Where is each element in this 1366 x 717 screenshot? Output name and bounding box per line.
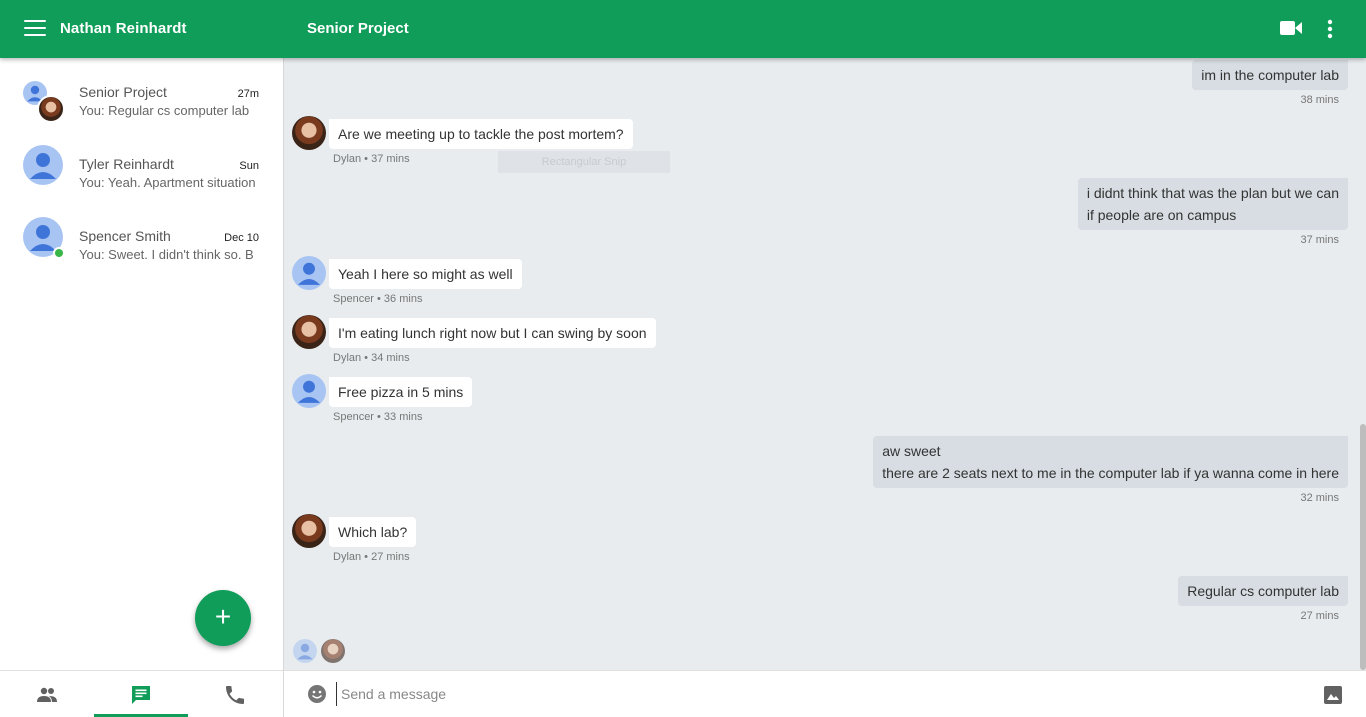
outgoing-message: im in the computer lab <box>1192 60 1348 90</box>
conversation-sidebar: Senior Project 27m You: Regular cs compu… <box>0 58 284 717</box>
snip-overlay-label: Rectangular Snip <box>498 151 670 173</box>
conversation-time: Sun <box>239 160 259 172</box>
spencer-avatar <box>292 374 326 408</box>
menu-icon[interactable] <box>24 20 46 38</box>
message-meta: Dylan • 37 mins <box>333 153 410 165</box>
plus-icon: + <box>214 601 232 632</box>
people-icon <box>37 687 57 702</box>
message-input[interactable] <box>336 682 1296 706</box>
incoming-message: Yeah I here so might as well <box>329 259 522 289</box>
message-meta: Dylan • 34 mins <box>333 352 410 364</box>
conversation-snippet: You: Yeah. Apartment situation <box>79 175 256 190</box>
outgoing-message: aw sweet there are 2 seats next to me in … <box>873 436 1348 488</box>
user-name: Nathan Reinhardt <box>60 20 187 37</box>
conversation-item-spencer-smith[interactable]: Spencer Smith Dec 10 You: Sweet. I didn'… <box>0 210 283 282</box>
person-avatar <box>23 145 63 185</box>
spencer-avatar <box>292 256 326 290</box>
message-meta: Dylan • 27 mins <box>333 551 410 563</box>
conversation-time: 27m <box>237 88 259 100</box>
online-status-dot <box>53 247 65 259</box>
conversation-item-tyler-reinhardt[interactable]: Tyler Reinhardt Sun You: Yeah. Apartment… <box>0 138 283 210</box>
incoming-message: Free pizza in 5 mins <box>329 377 473 407</box>
tab-contacts[interactable] <box>0 671 94 717</box>
conversation-name: Spencer Smith <box>79 228 171 244</box>
conversation-time: Dec 10 <box>224 232 259 244</box>
message-meta: 32 mins <box>1300 492 1339 504</box>
more-options-icon[interactable] <box>1320 18 1340 40</box>
image-attach-icon[interactable] <box>1324 686 1342 704</box>
message-meta: 27 mins <box>1300 610 1339 622</box>
message-meta: Spencer • 36 mins <box>333 293 423 305</box>
incoming-message: I'm eating lunch right now but I can swi… <box>329 318 656 348</box>
message-composer <box>284 670 1366 717</box>
thread-scrollbar[interactable] <box>1360 424 1366 670</box>
new-conversation-button[interactable]: + <box>195 590 251 646</box>
app-header: Nathan Reinhardt Senior Project <box>0 0 1366 58</box>
message-meta: Spencer • 33 mins <box>333 411 423 423</box>
incoming-message: Which lab? <box>329 517 417 547</box>
conversation-item-senior-project[interactable]: Senior Project 27m You: Regular cs compu… <box>0 66 283 138</box>
message-meta: 38 mins <box>1300 94 1339 106</box>
chat-icon <box>132 686 150 704</box>
emoji-icon[interactable] <box>307 684 327 704</box>
read-receipt-avatar <box>293 639 317 663</box>
dylan-photo-avatar <box>292 315 326 349</box>
read-receipt-photo-avatar <box>321 639 345 663</box>
conversation-snippet: You: Sweet. I didn't think so. B <box>79 247 254 262</box>
group-member-photo-avatar <box>37 95 65 123</box>
dylan-photo-avatar <box>292 116 326 150</box>
video-call-icon[interactable] <box>1280 20 1302 36</box>
dylan-photo-avatar <box>292 514 326 548</box>
tab-calls[interactable] <box>188 671 282 717</box>
tab-messages[interactable] <box>94 671 188 717</box>
conversation-name: Senior Project <box>79 84 167 100</box>
conversation-name: Tyler Reinhardt <box>79 156 174 172</box>
message-meta: 37 mins <box>1300 234 1339 246</box>
message-thread: im in the computer lab 38 mins Are we me… <box>284 58 1366 670</box>
outgoing-message: i didnt think that was the plan but we c… <box>1077 178 1348 230</box>
conversation-snippet: You: Regular cs computer lab <box>79 103 250 118</box>
incoming-message: Are we meeting up to tackle the post mor… <box>329 119 633 149</box>
outgoing-message: Regular cs computer lab <box>1178 576 1348 606</box>
bottom-navigation <box>0 670 283 717</box>
phone-icon <box>226 686 244 704</box>
conversation-title: Senior Project <box>307 20 409 37</box>
